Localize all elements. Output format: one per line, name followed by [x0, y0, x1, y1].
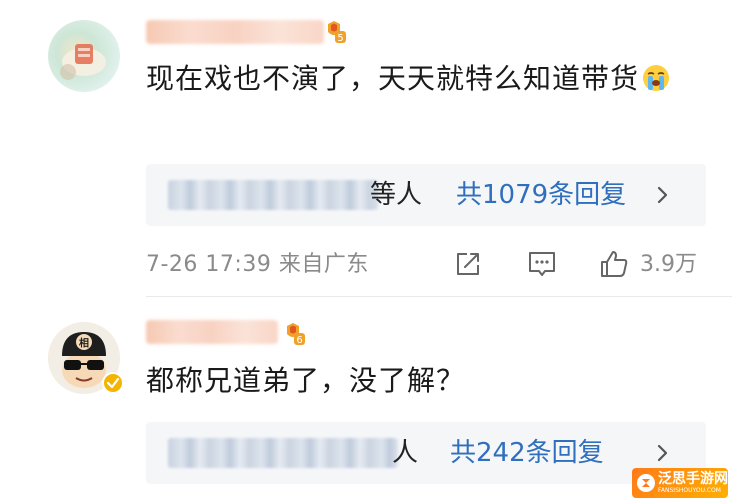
avatar[interactable]: [48, 20, 120, 92]
svg-text:相: 相: [79, 337, 89, 350]
site-watermark: 泛思手游网 FANSISHOUYOU.COM: [632, 468, 728, 498]
reply-count-link[interactable]: 共242条回复: [450, 434, 604, 472]
reply-summary[interactable]: 人 共242条回复: [146, 422, 706, 484]
verified-badge-icon: [102, 372, 124, 394]
comment-text: 都称兄道弟了，没了解？: [146, 364, 466, 397]
chevron-right-icon[interactable]: [648, 439, 676, 467]
like-count: 3.9万: [640, 252, 697, 277]
comment-text: 现在戏也不演了，天天就特么知道带货: [146, 58, 706, 100]
username[interactable]: [146, 320, 278, 344]
watermark-subtitle: FANSISHOUYOU.COM: [658, 487, 721, 494]
username[interactable]: [146, 20, 324, 44]
comment-icon[interactable]: [526, 248, 558, 280]
avatar-image: [60, 44, 106, 80]
level-badge-icon: 6: [284, 322, 306, 346]
thumbs-up-icon[interactable]: [598, 248, 630, 280]
svg-text:6: 6: [296, 335, 302, 346]
reply-suffix: 人: [392, 438, 419, 468]
comment-item: 5 现在戏也不演了，天天就特么知道带货 等人 共1079条回复 7-26 17:…: [0, 0, 732, 300]
crying-face-icon: [641, 63, 671, 93]
comment-body: 现在戏也不演了，天天就特么知道带货: [146, 62, 640, 95]
reply-count-link[interactable]: 共1079条回复: [456, 176, 626, 214]
share-icon[interactable]: [452, 248, 484, 280]
timestamp: 7-26 17:39 来自广东: [146, 252, 369, 277]
svg-text:5: 5: [337, 33, 343, 44]
reply-summary[interactable]: 等人 共1079条回复: [146, 164, 706, 226]
divider: [146, 296, 732, 297]
chevron-right-icon[interactable]: [648, 181, 676, 209]
reply-user-names: [168, 438, 398, 468]
site-logo-icon: [637, 474, 655, 492]
reply-user-names: [168, 180, 378, 210]
watermark-title: 泛思手游网: [658, 471, 728, 487]
level-badge-icon: 5: [325, 20, 347, 44]
comment-item: 相 6 都称兄道弟了，没了解？ 人 共242条回复: [0, 300, 732, 500]
comment-meta: 7-26 17:39 来自广东 3.9万: [146, 248, 706, 282]
reply-suffix: 等人: [370, 180, 423, 210]
